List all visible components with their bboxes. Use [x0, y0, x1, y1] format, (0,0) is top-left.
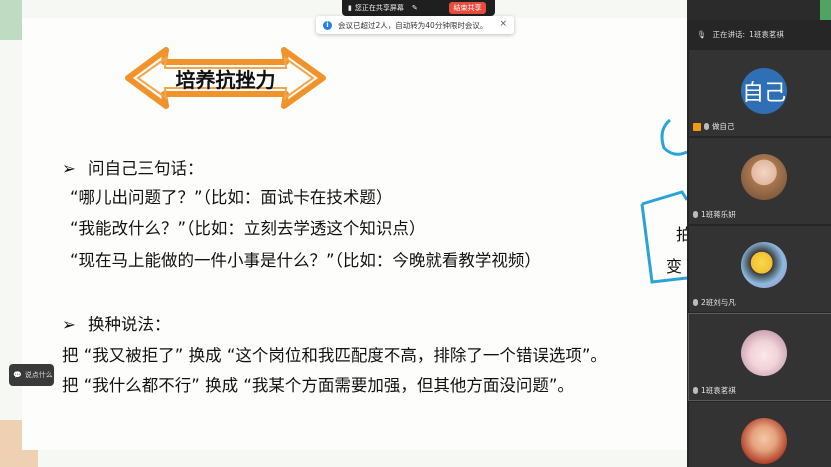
meeting-notice-toast: i 会议已超过2人，自动转为40分钟限时会议。 × [316, 16, 514, 34]
avatar [741, 330, 787, 376]
slide-title: 培养抗挫力 [175, 67, 276, 92]
section-heading-2: ➢ 换种说法： [62, 315, 171, 334]
chat-bubble-icon: 💬 [13, 371, 22, 379]
close-icon[interactable]: × [499, 19, 507, 29]
participant-tile[interactable]: 1班蒋乐妍 [689, 138, 831, 224]
info-icon: i [323, 20, 332, 30]
reframe-line-2: 把 “我什么都不行” 换成 “我某个方面需要加强，但其他方面没问题”。 [62, 376, 574, 395]
window-decoration [820, 0, 831, 20]
participant-tile[interactable]: 2班刘与凡 [689, 226, 831, 312]
mic-icon: 🎙 [697, 29, 707, 39]
mic-icon [693, 211, 698, 218]
host-icon [693, 122, 701, 131]
slide-decoration [0, 0, 22, 40]
arrow-bullet-icon: ➢ [62, 315, 76, 334]
mic-icon [693, 387, 698, 394]
avatar [741, 242, 787, 288]
question-2: “我能改什么？”（比如：立刻去学透这个知识点） [70, 219, 426, 238]
participant-tile[interactable]: 1班袁茗祺 [688, 313, 831, 401]
arrow-bullet-icon: ➢ [62, 159, 76, 178]
signal-icon: ▮ [348, 4, 352, 12]
annotate-icon[interactable]: ✎ [412, 4, 418, 12]
participants-panel: 🎙 正在讲话: 1班袁茗祺 自己 做自己 1班蒋乐妍 2班刘与凡 1班袁茗祺 [687, 20, 831, 467]
shared-slide: 培养抗挫力 ➢ 问自己三句话： “哪儿出问题了？”（比如：面试卡在技术题） “我能… [0, 0, 687, 467]
reframe-line-1: 把 “我又被拒了” 换成 “这个岗位和我匹配度不高，排除了一个错误选项”。 [62, 346, 607, 365]
chat-input-hint[interactable]: 💬 说点什么 [9, 364, 54, 386]
share-status-text: 您正在共享屏幕 [354, 4, 404, 12]
stop-share-button[interactable]: 结束共享 [449, 2, 486, 14]
avatar [741, 154, 787, 200]
slide-title-banner: 培养抗挫力 [118, 44, 333, 112]
notice-text: 会议已超过2人，自动转为40分钟限时会议。 [338, 20, 488, 30]
participant-tile[interactable]: 自己 做自己 [689, 50, 831, 136]
participant-name: 2班刘与凡 [701, 298, 736, 307]
person-doodle-icon: 拍 变 [640, 118, 687, 284]
section-heading-1: ➢ 问自己三句话： [62, 159, 204, 178]
doodle-text: 拍 [676, 225, 687, 244]
doodle-text: 变 [666, 257, 682, 276]
question-3: “现在马上能做的一件小事是什么？”（比如：今晚就看教学视频） [70, 251, 541, 270]
mic-icon [693, 299, 698, 306]
participant-name: 1班蒋乐妍 [701, 210, 736, 219]
participant-tile[interactable] [689, 402, 831, 467]
participant-name: 1班袁茗祺 [701, 386, 736, 395]
speaking-indicator: 🎙 正在讲话: 1班袁茗祺 [697, 29, 784, 39]
avatar: 自己 [741, 68, 787, 114]
question-1: “哪儿出问题了？”（比如：面试卡在技术题） [70, 188, 393, 207]
avatar [741, 418, 787, 464]
mic-icon [704, 123, 709, 130]
participant-name: 做自己 [712, 122, 735, 131]
